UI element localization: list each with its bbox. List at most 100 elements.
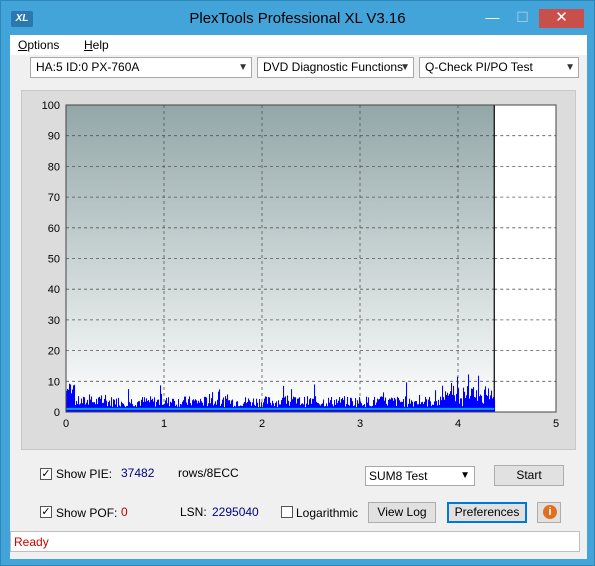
status-bar: Ready xyxy=(10,531,580,552)
pie-bar xyxy=(306,403,308,412)
pie-bar xyxy=(278,400,280,412)
info-button[interactable]: i xyxy=(537,502,561,523)
pie-bar xyxy=(412,401,414,412)
lsn-label: LSN: xyxy=(180,505,207,519)
pie-bar xyxy=(174,400,176,412)
pie-bar xyxy=(143,402,145,412)
pie-bar xyxy=(246,403,248,412)
pie-bar xyxy=(148,400,150,412)
pie-bar xyxy=(313,398,315,412)
function-select[interactable]: DVD Diagnostic Functions ▼ xyxy=(257,57,414,78)
minimize-button[interactable]: — xyxy=(479,9,506,28)
pie-bar xyxy=(401,401,403,412)
pie-bar xyxy=(230,403,232,412)
pie-bar xyxy=(198,400,200,412)
pie-bar xyxy=(318,403,320,412)
menu-help[interactable]: Help xyxy=(84,38,109,52)
pie-bar xyxy=(416,401,418,412)
maximize-button[interactable]: ☐ xyxy=(509,9,536,28)
pie-bar xyxy=(253,398,255,412)
pie-bar xyxy=(336,399,338,412)
pie-bar xyxy=(343,400,345,412)
pie-bar xyxy=(457,376,459,412)
pie-bar xyxy=(361,403,363,412)
preferences-button[interactable]: Preferences xyxy=(447,502,527,523)
pie-bar xyxy=(367,402,369,412)
pie-bar xyxy=(389,398,391,412)
y-tick-label: 10 xyxy=(48,376,60,388)
pie-bar xyxy=(108,402,110,412)
logarithmic-checkbox[interactable] xyxy=(281,506,293,518)
pie-bar xyxy=(226,398,228,412)
pie-bar xyxy=(82,403,84,412)
chevron-down-icon: ▼ xyxy=(565,62,575,73)
show-pie-checkbox[interactable]: ✓ xyxy=(40,468,52,480)
pie-bar xyxy=(139,401,141,412)
pie-bar xyxy=(297,398,299,412)
pie-bar xyxy=(222,399,224,412)
x-tick-label: 5 xyxy=(553,418,559,430)
pie-bar xyxy=(298,398,300,412)
pie-unit: rows/8ECC xyxy=(178,466,239,480)
pie-bar xyxy=(357,400,359,412)
pie-bar xyxy=(482,402,484,412)
pie-bar xyxy=(322,403,324,412)
pie-bar xyxy=(103,402,105,412)
menu-options[interactable]: Options xyxy=(18,38,59,52)
drive-select[interactable]: HA:5 ID:0 PX-760A ▼ xyxy=(30,57,252,78)
pie-bar xyxy=(426,399,428,412)
title-bar[interactable]: XL PlexTools Professional XL V3.16 — ☐ ✕ xyxy=(1,1,594,35)
show-poe-checkbox[interactable]: ✓ xyxy=(40,506,52,518)
sum-test-select[interactable]: SUM8 Test ▼ xyxy=(365,466,475,486)
pie-bar xyxy=(430,401,432,412)
pie-bar xyxy=(188,399,190,412)
pie-bar xyxy=(102,403,104,412)
pie-bar xyxy=(402,401,404,412)
pie-bar xyxy=(197,403,199,412)
pie-bar xyxy=(264,398,266,412)
y-tick-label: 20 xyxy=(48,346,60,358)
pie-bar xyxy=(340,402,342,412)
pie-bar xyxy=(131,399,133,412)
pie-bar xyxy=(170,401,172,412)
pie-bar xyxy=(100,398,102,412)
pie-bar xyxy=(129,402,131,412)
pie-bar xyxy=(477,400,479,412)
pie-bar xyxy=(384,400,386,412)
pie-bar xyxy=(252,402,254,412)
pie-bar xyxy=(236,401,238,412)
chart-panel: 0 10 20 30 40 50 60 70 80 90 100 0 1 2 3 4 5 xyxy=(21,90,576,450)
pie-bar xyxy=(151,399,153,412)
pie-bar xyxy=(403,398,405,412)
pie-bar xyxy=(194,400,196,412)
pie-bar xyxy=(323,399,325,412)
close-button[interactable]: ✕ xyxy=(539,9,584,28)
pie-bar xyxy=(263,402,265,412)
app-window: XL PlexTools Professional XL V3.16 — ☐ ✕… xyxy=(0,0,595,566)
pie-bar xyxy=(338,400,340,412)
x-tick-label: 0 xyxy=(63,418,69,430)
drive-select-value: HA:5 ID:0 PX-760A xyxy=(36,60,140,74)
view-log-button[interactable]: View Log xyxy=(368,502,436,523)
pie-bar xyxy=(250,401,252,412)
pie-bar xyxy=(167,403,169,412)
pie-bar xyxy=(157,399,159,412)
pie-bar xyxy=(96,398,98,412)
y-tick-label: 90 xyxy=(48,131,60,143)
pie-bar xyxy=(202,402,204,412)
pie-bar xyxy=(114,399,116,412)
x-tick-label: 3 xyxy=(357,418,363,430)
start-button[interactable]: Start xyxy=(494,465,564,486)
test-select[interactable]: Q-Check PI/PO Test ▼ xyxy=(419,57,579,78)
pie-bar xyxy=(214,403,216,412)
chevron-down-icon: ▼ xyxy=(460,470,470,481)
pie-bar xyxy=(330,400,332,412)
pie-bar xyxy=(74,384,76,412)
pie-bar xyxy=(121,401,123,412)
pie-bar xyxy=(145,401,147,412)
pie-bar xyxy=(153,401,155,412)
pie-bar xyxy=(275,402,277,412)
pie-bar xyxy=(109,400,111,412)
pie-bar xyxy=(123,403,125,412)
y-tick-label: 0 xyxy=(54,407,60,419)
